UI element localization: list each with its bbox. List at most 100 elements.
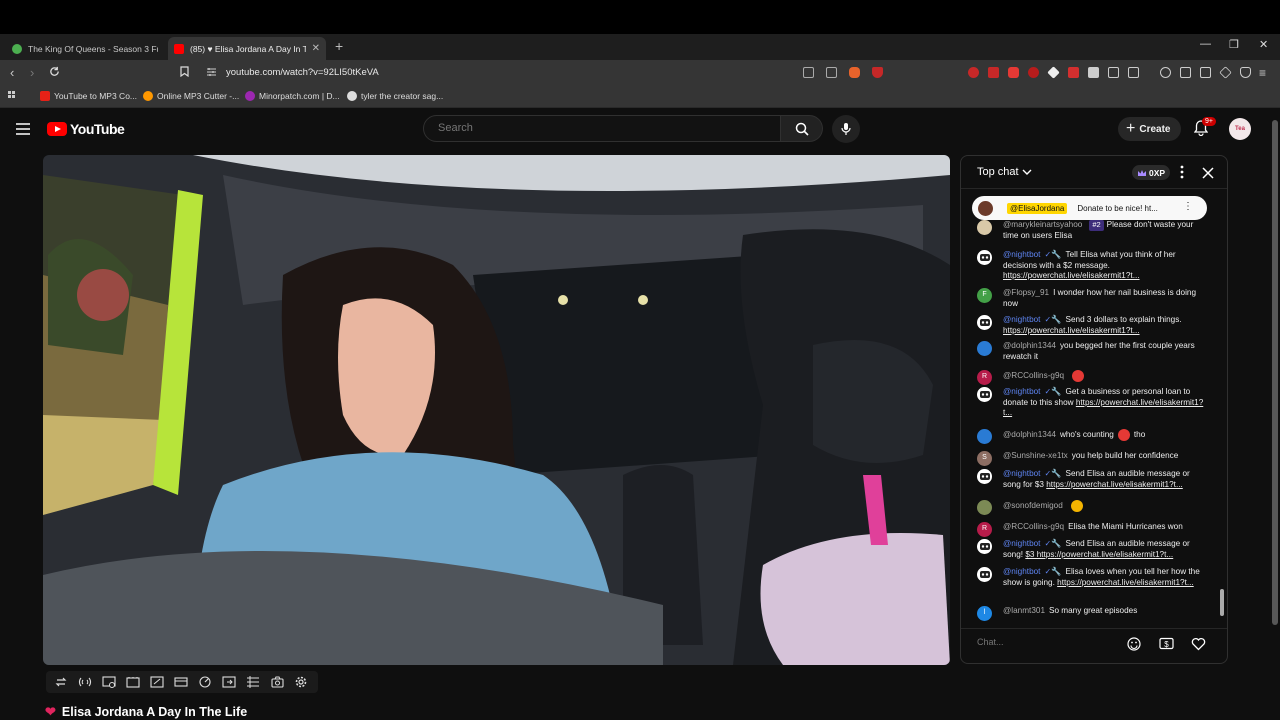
avatar[interactable]: [977, 315, 992, 330]
close-window-button[interactable]: ✕: [1259, 38, 1268, 51]
media-icon[interactable]: [1160, 67, 1171, 78]
avatar[interactable]: [977, 429, 992, 444]
avatar[interactable]: R: [977, 370, 992, 385]
hamburger-menu-icon[interactable]: [16, 122, 30, 140]
chat-scrollbar[interactable]: [1219, 194, 1225, 622]
tab-elisa-jordana[interactable]: (85) ♥ Elisa Jordana A Day In The ✕: [168, 37, 326, 60]
settings-gear-icon[interactable]: [292, 675, 310, 689]
url-field[interactable]: youtube.com/watch?v=92LI50tKeVA: [226, 67, 379, 78]
chat-link[interactable]: https://powerchat.live/elisakermit1?t...: [1046, 480, 1183, 489]
chat-message[interactable]: @nightbot ✓🔧 Get a business or personal lo…: [977, 387, 1207, 419]
bookmark-icon[interactable]: [180, 65, 189, 81]
chat-link[interactable]: https://powerchat.live/elisakermit1?t...: [1057, 578, 1194, 587]
close-chat-icon[interactable]: [1202, 166, 1214, 184]
avatar[interactable]: F: [977, 288, 992, 303]
chat-more-options-icon[interactable]: [1180, 165, 1184, 184]
reload-button[interactable]: [49, 65, 60, 81]
avatar[interactable]: [977, 387, 992, 402]
pinned-message[interactable]: @ElisaJordana Donate to be nice! ht... ⋮: [972, 196, 1207, 220]
avatar[interactable]: [977, 341, 992, 356]
chat-author[interactable]: @Flopsy_91: [1003, 288, 1049, 297]
extension-4-icon[interactable]: [1028, 67, 1039, 78]
extension-2-icon[interactable]: [988, 67, 999, 78]
chat-message[interactable]: F @Flopsy_91 I wonder how her nail busines…: [977, 288, 1207, 309]
chat-author[interactable]: @marykleinartsyahoo: [1003, 220, 1082, 229]
browser-menu-icon[interactable]: ≡: [1259, 65, 1266, 81]
video-player[interactable]: [43, 155, 950, 665]
chat-author[interactable]: @Sunshine-xe1tx: [1003, 451, 1068, 460]
bookmark-youtube-to-mp3[interactable]: YouTube to MP3 Co...: [40, 91, 137, 101]
sidebar-icon[interactable]: [1180, 67, 1191, 78]
chat-author[interactable]: @nightbot: [1003, 250, 1040, 259]
back-button[interactable]: ‹: [10, 65, 14, 81]
chat-message[interactable]: R @RCCollins-g9q Elisa the Miami Hurricane…: [977, 522, 1207, 537]
extension-3-icon[interactable]: [1008, 67, 1019, 78]
voice-search-button[interactable]: [832, 115, 860, 143]
tab-king-of-queens[interactable]: The King Of Queens - Season 3 Full E: [6, 37, 164, 60]
search-input[interactable]: [424, 116, 780, 140]
chat-author[interactable]: @lanmt301: [1003, 606, 1045, 615]
bookmark-mp3-cutter[interactable]: Online MP3 Cutter -...: [143, 91, 239, 101]
maximize-button[interactable]: ❐: [1229, 38, 1239, 51]
avatar[interactable]: [977, 567, 992, 582]
page-scrollbar[interactable]: [1270, 108, 1280, 720]
chat-author[interactable]: @nightbot: [1003, 539, 1040, 548]
account-avatar[interactable]: Tea: [1229, 118, 1251, 140]
extension-7-icon[interactable]: [1088, 67, 1099, 78]
pinned-more-icon[interactable]: ⋮: [1183, 201, 1193, 212]
chat-message[interactable]: @nightbot ✓🔧 Elisa loves when you tell her…: [977, 567, 1207, 588]
forward-button[interactable]: ›: [30, 65, 34, 81]
site-info-icon[interactable]: [206, 65, 217, 81]
bookmark-minorpatch[interactable]: Minorpatch.com | D...: [245, 91, 340, 101]
audio-only-icon[interactable]: [76, 675, 94, 689]
page-scrollbar-thumb[interactable]: [1272, 120, 1278, 625]
avatar[interactable]: [977, 220, 992, 235]
chat-message[interactable]: @nightbot ✓🔧 Send Elisa an audible message…: [977, 469, 1207, 490]
screenshot-camera-icon[interactable]: [268, 675, 286, 689]
create-button[interactable]: + Create: [1118, 117, 1182, 141]
brave-rewards-icon[interactable]: [872, 67, 883, 78]
fit-screen-icon[interactable]: [172, 675, 190, 689]
brave-shields-icon[interactable]: [849, 67, 860, 78]
apps-grid-icon[interactable]: [8, 91, 18, 101]
chat-author[interactable]: @nightbot: [1003, 469, 1040, 478]
chat-link[interactable]: $3 https://powerchat.live/elisakermit1?t…: [1025, 550, 1173, 559]
extension-8-icon[interactable]: [1128, 67, 1139, 78]
avatar[interactable]: [977, 469, 992, 484]
bookmark-tyler-the-creator[interactable]: tyler the creator sag...: [347, 91, 443, 101]
chat-message[interactable]: @nightbot ✓🔧 Tell Elisa what you think of …: [977, 250, 1207, 282]
cinema-mode-icon[interactable]: [124, 675, 142, 689]
chat-author[interactable]: @dolphin1344: [1003, 430, 1056, 439]
xp-button[interactable]: 0XP: [1132, 165, 1171, 180]
chat-message[interactable]: @marykleinartsyahoo #2 Please don't waste …: [977, 220, 1207, 241]
popup-player-icon[interactable]: [100, 675, 118, 689]
chat-message[interactable]: @dolphin1344 you begged her the first cou…: [977, 341, 1207, 362]
chat-message[interactable]: @dolphin1344 who's counting tho: [977, 429, 1207, 444]
chat-input[interactable]: [977, 637, 1117, 647]
vpn-shield-icon[interactable]: [1240, 67, 1251, 78]
avatar[interactable]: l: [977, 606, 992, 621]
chat-author[interactable]: @nightbot: [1003, 315, 1040, 324]
search-button[interactable]: [781, 115, 823, 142]
youtube-logo[interactable]: YouTube: [47, 121, 125, 137]
extension-5-icon[interactable]: [1047, 66, 1060, 79]
leo-icon[interactable]: [1219, 66, 1232, 79]
chat-author[interactable]: @RCCollins-g9q: [1003, 522, 1064, 531]
avatar[interactable]: S: [977, 451, 992, 466]
wallet-icon[interactable]: [1200, 67, 1211, 78]
extensions-puzzle-icon[interactable]: [1108, 67, 1119, 78]
tab-close-icon[interactable]: ✕: [312, 43, 320, 54]
chat-message[interactable]: R @RCCollins-g9q: [977, 370, 1207, 385]
speed-icon[interactable]: [196, 675, 214, 689]
chat-link[interactable]: https://powerchat.live/elisakermit1?t...: [1003, 326, 1140, 335]
super-chat-icon[interactable]: $: [1159, 637, 1174, 655]
avatar[interactable]: [977, 500, 992, 515]
chat-author[interactable]: @sonofdemigod: [1003, 501, 1063, 510]
chat-author[interactable]: @dolphin1344: [1003, 341, 1056, 350]
chat-scrollbar-thumb[interactable]: [1220, 589, 1224, 616]
share-icon[interactable]: [826, 67, 837, 78]
captions-toggle-icon[interactable]: [244, 675, 262, 689]
chat-message[interactable]: @sonofdemigod: [977, 500, 1207, 515]
avatar[interactable]: [977, 250, 992, 265]
minimize-button[interactable]: —: [1200, 38, 1211, 50]
